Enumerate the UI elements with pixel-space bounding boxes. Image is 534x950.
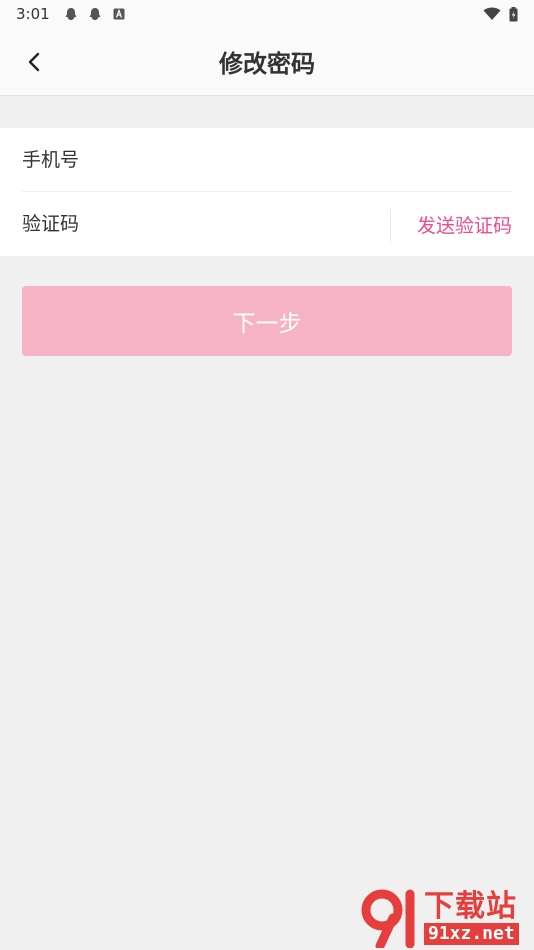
app-header: 修改密码 <box>0 28 534 96</box>
notification-icons <box>64 7 126 21</box>
status-bar: 3:01 <box>0 0 534 28</box>
wifi-icon <box>483 7 501 20</box>
watermark-logo-icon <box>361 889 415 948</box>
watermark-text: 下载站 91xz.net <box>424 891 519 945</box>
code-row: 发送验证码 <box>22 192 512 256</box>
battery-icon <box>509 6 518 21</box>
system-icons <box>483 6 518 22</box>
qq-notification-icon <box>65 8 77 20</box>
app-notification-icon <box>113 8 125 20</box>
chevron-left-icon <box>28 52 40 72</box>
back-button[interactable] <box>14 42 54 82</box>
qq-notification-icon-2 <box>89 8 101 20</box>
change-password-form: 发送验证码 <box>0 128 534 256</box>
phone-input[interactable] <box>22 128 512 191</box>
site-watermark: 下载站 91xz.net <box>360 888 530 948</box>
send-code-button[interactable]: 发送验证码 <box>417 192 512 256</box>
watermark-brand: 下载站 <box>424 889 517 924</box>
watermark-url: 91xz.net <box>424 923 519 945</box>
phone-row <box>22 128 512 192</box>
page-title: 修改密码 <box>219 50 315 78</box>
divider <box>390 209 391 241</box>
next-step-button[interactable]: 下一步 <box>22 286 512 356</box>
verification-code-input[interactable] <box>22 192 382 256</box>
status-time: 3:01 <box>16 5 50 23</box>
